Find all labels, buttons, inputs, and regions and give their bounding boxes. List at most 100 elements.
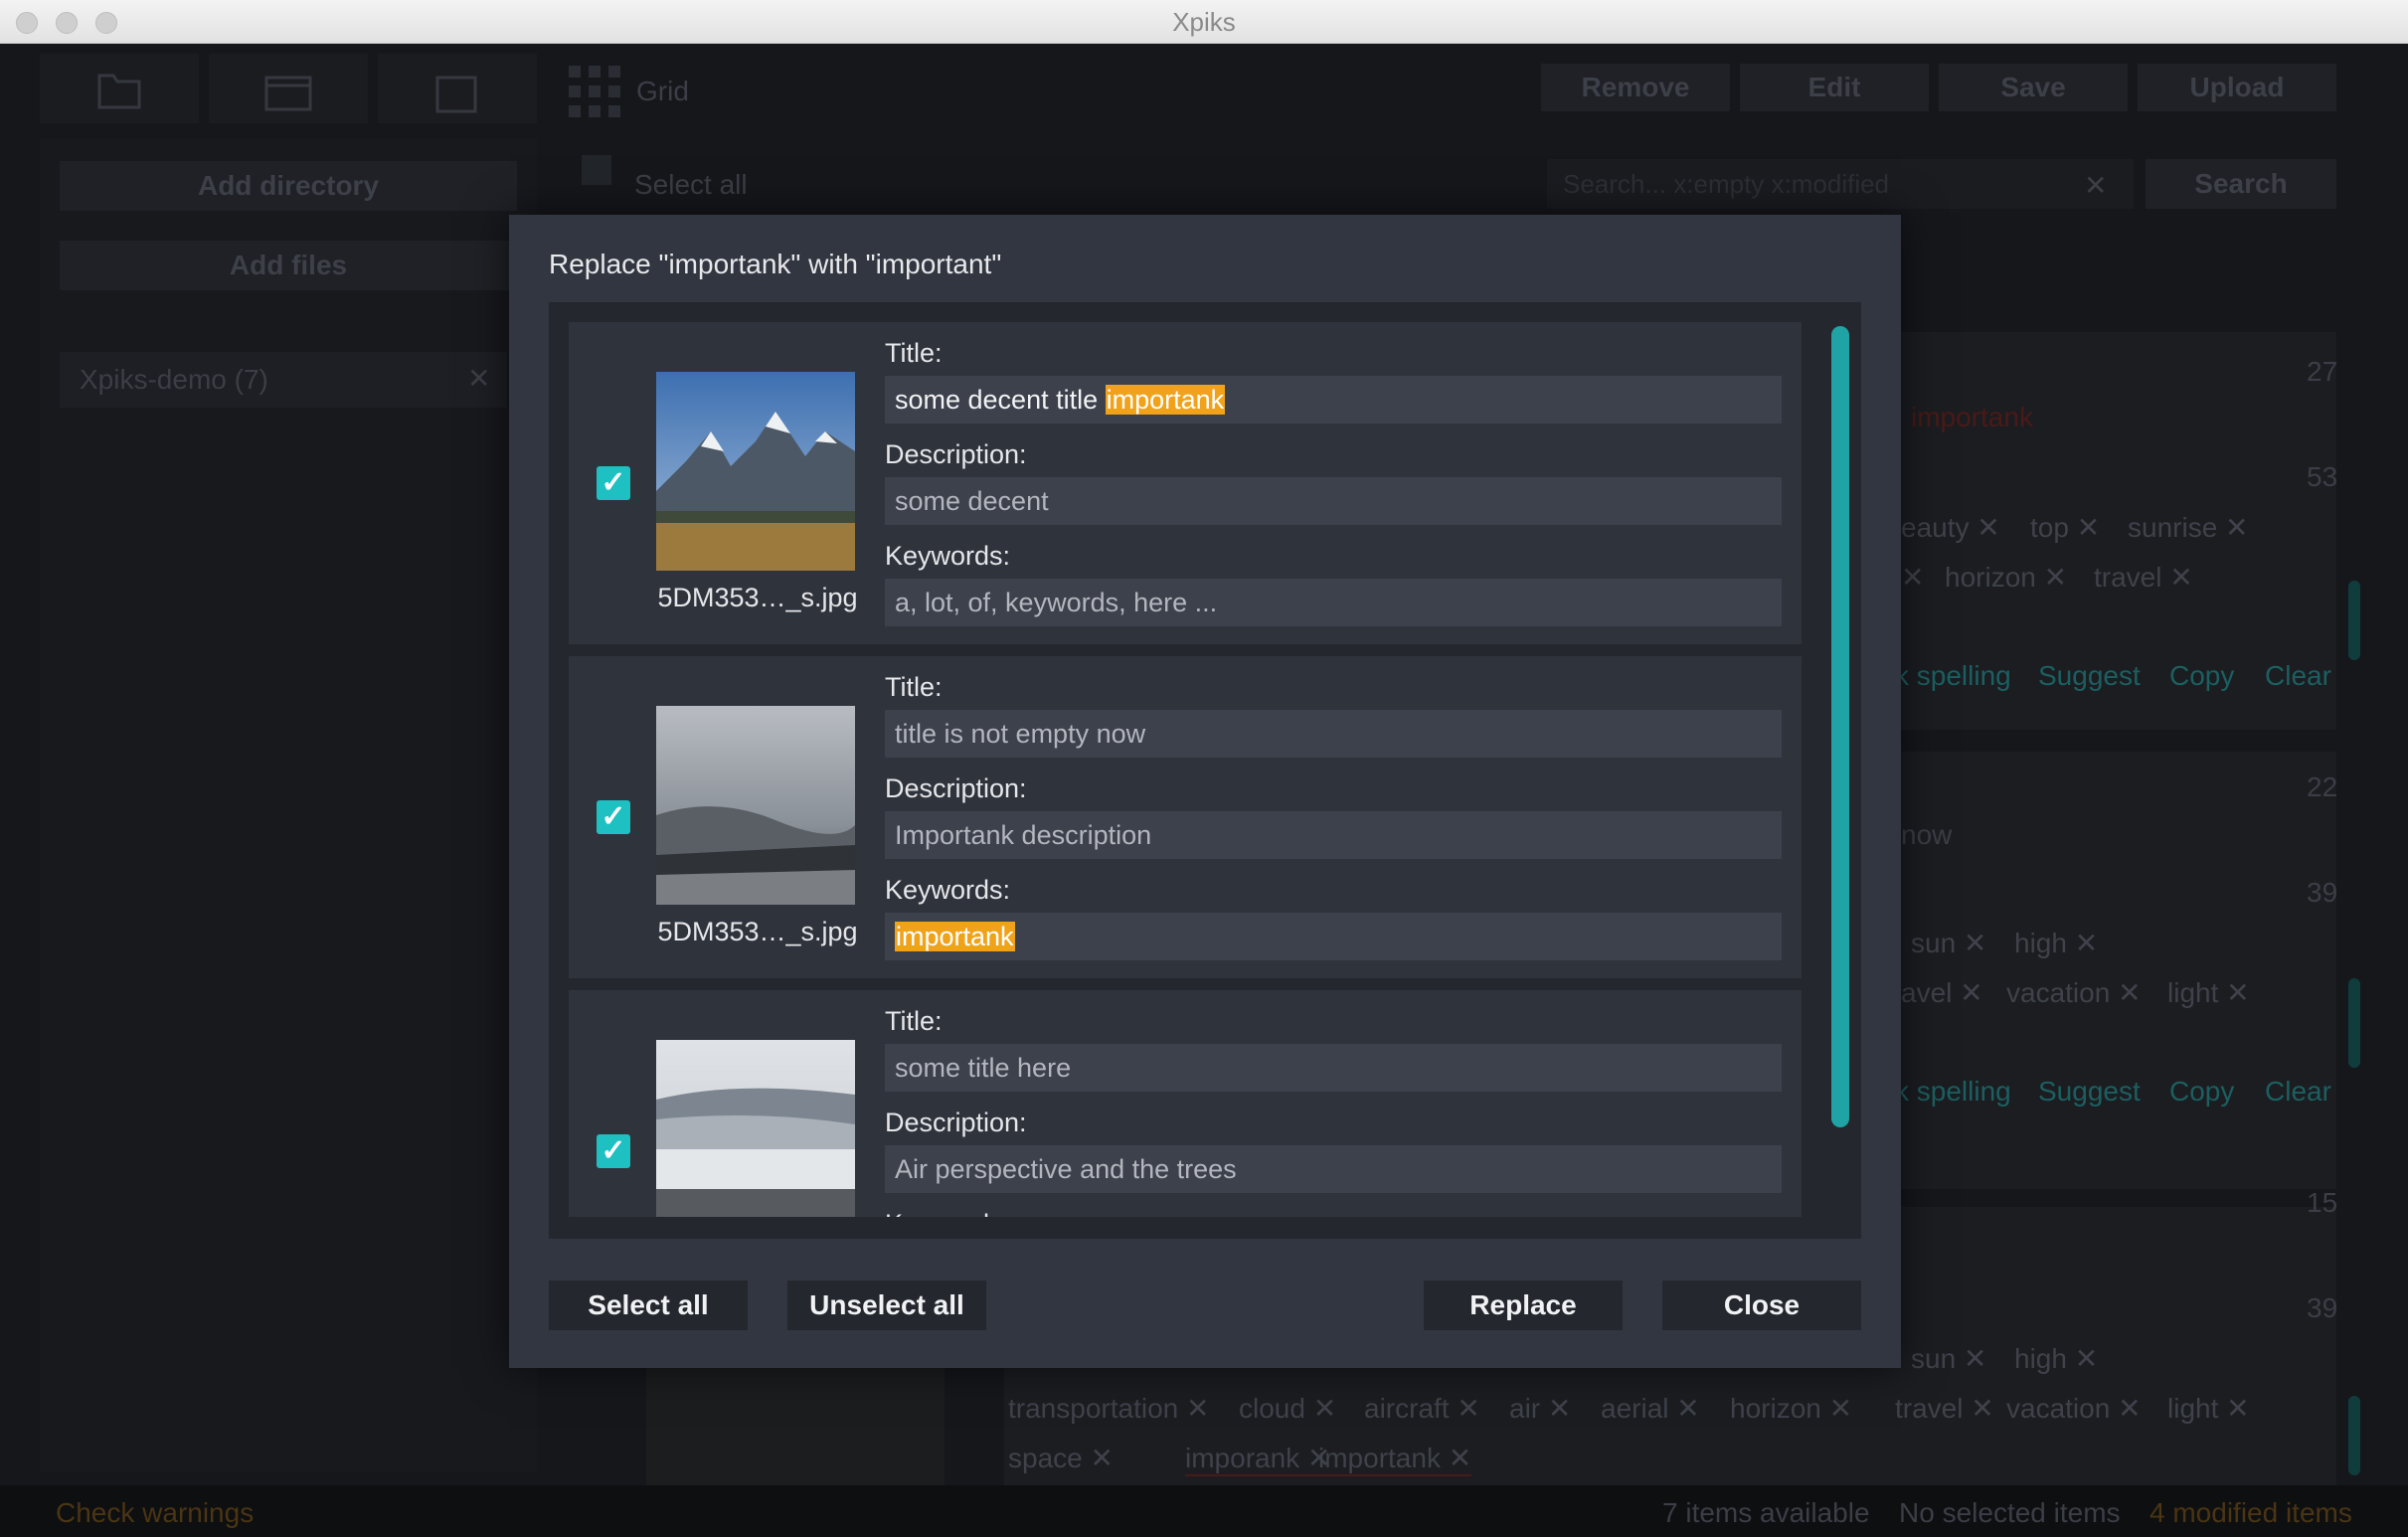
item-filename: 5DM353…_s.jpg [657,583,858,612]
keyword-tag[interactable]: avel ✕ [1901,976,1983,1009]
description-field: Importank description [885,811,1782,859]
replace-preview-list: ✓ 5DM353…_s.jpg Title: some decent title… [549,302,1861,1239]
select-all-button[interactable]: Select all [549,1281,748,1330]
card-scrollbar[interactable] [2348,581,2360,660]
char-count: 39 [2307,877,2338,908]
keywords-label: Keywords: [885,541,1011,571]
add-directory-button[interactable]: Add directory [60,161,517,211]
replace-button[interactable]: Replace [1424,1281,1623,1330]
copy-link[interactable]: Copy [2169,1076,2234,1108]
suggest-link[interactable]: Suggest [2038,1076,2141,1108]
keyword-tag[interactable]: top ✕ [2030,511,2100,544]
save-button[interactable]: Save [1939,64,2128,111]
edit-button[interactable]: Edit [1740,64,1929,111]
artwork-thumbnail [646,1366,945,1485]
clear-search-icon[interactable]: ✕ [2084,169,2107,202]
grid-label: Grid [636,76,689,106]
tab-folders[interactable] [40,54,199,123]
window-titlebar: Xpiks [0,0,2408,44]
foggy-forest-photo [656,706,855,905]
remove-directory-icon[interactable]: ✕ [467,362,490,395]
misty-hills-photo [656,1040,855,1239]
keyword-tag[interactable]: sunrise ✕ [2128,511,2249,544]
select-all-label[interactable]: Select all [634,169,748,201]
keyword-tag[interactable]: travel ✕ [1895,1392,1994,1425]
artwork-thumbnail [656,372,855,571]
folder-icon [97,74,141,109]
keyword-tag[interactable]: light ✕ [2167,1392,2250,1425]
keyword-tag[interactable]: horizon ✕ [1730,1392,1852,1425]
keyword-tag[interactable]: sun ✕ [1911,927,1986,959]
tab-text[interactable] [378,54,537,123]
grid-icon[interactable] [567,64,626,119]
keyword-tag[interactable]: high ✕ [2014,1342,2098,1375]
keyword-tag[interactable]: aircraft ✕ [1364,1392,1480,1425]
misspelled-keyword-tag[interactable]: importank ✕ [1318,1442,1472,1476]
directory-item[interactable]: Xpiks-demo (7) ✕ [60,352,507,408]
char-count: 39 [2307,1292,2338,1323]
keyword-tag[interactable]: air ✕ [1509,1392,1571,1425]
keyword-tag[interactable]: eauty ✕ [1901,511,2000,544]
keyword-tag[interactable]: aerial ✕ [1601,1392,1700,1425]
description-field: Air perspective and the trees [885,1145,1782,1193]
match-highlight: importank [1105,385,1226,415]
char-count: 53 [2307,461,2338,492]
keyword-tag[interactable]: transportation ✕ [1008,1392,1209,1425]
dialog-title: Replace "importank" with "important" [549,249,1002,279]
description-label: Description: [885,773,1027,803]
title-label: Title: [885,1006,943,1036]
window-title: Xpiks [1172,7,1236,37]
list-scrollbar[interactable] [1831,326,1849,1127]
list-item: ✓ 5DM353…_s.jpg Title: some decent title… [569,322,1802,644]
suggest-link[interactable]: Suggest [2038,660,2141,692]
keywords-field: a, lot, of, keywords, here ... [885,579,1782,626]
description-field: some decent [885,477,1782,525]
keyword-tag[interactable]: light ✕ [2167,976,2250,1009]
clear-link[interactable]: Clear [2265,1076,2331,1108]
list-bottom-edge [549,1217,1861,1239]
keyword-tag[interactable]: cloud ✕ [1239,1392,1336,1425]
select-all-checkbox[interactable] [582,155,611,185]
keywords-field: importank [885,913,1782,960]
item-checkbox[interactable]: ✓ [597,466,630,500]
item-checkbox[interactable]: ✓ [597,800,630,834]
keyword-tag[interactable]: vacation ✕ [2006,1392,2142,1425]
keyword-tag[interactable]: vacation ✕ [2006,976,2142,1009]
window-icon [264,76,312,111]
items-available: 7 items available [1662,1497,1870,1528]
keyword-tag[interactable]: horizon ✕ [1945,561,2067,594]
fix-spelling-link[interactable]: k spelling [1895,660,2011,692]
search-button[interactable]: Search [2146,159,2336,209]
match-highlight: importank [895,922,1015,951]
keyword-tag[interactable]: sun ✕ [1911,1342,1986,1375]
tab-browser[interactable] [209,54,368,123]
keyword-tag[interactable]: high ✕ [2014,927,2098,959]
check-warnings-link[interactable]: Check warnings [56,1497,254,1529]
keyword-tag[interactable]: ✕ [1901,561,1924,594]
list-item: ✓ 5DM353…_s.jpg Title: title is not empt… [569,656,1802,978]
modified-items[interactable]: 4 modified items [2150,1497,2352,1529]
artwork-thumbnail [656,1040,855,1239]
item-checkbox[interactable]: ✓ [597,1134,630,1168]
keywords-label: Keywords: [885,875,1011,905]
artwork-thumbnail [656,706,855,905]
add-files-button[interactable]: Add files [60,241,517,290]
close-button[interactable]: Close [1662,1281,1861,1330]
misspelled-word: importank [1911,402,2033,432]
clear-link[interactable]: Clear [2265,660,2331,692]
description-label: Description: [885,439,1027,469]
card-scrollbar[interactable] [2348,1396,2360,1475]
list-item: ✓ Title: some title here Description: Ai… [569,990,1802,1239]
remove-button[interactable]: Remove [1541,64,1730,111]
fix-spelling-link[interactable]: k spelling [1895,1076,2011,1108]
unselect-all-button[interactable]: Unselect all [787,1281,986,1330]
char-count: 27 [2307,356,2338,387]
search-input[interactable]: Search... x:empty x:modified ✕ [1547,159,2134,209]
title-label: Title: [885,672,943,702]
keyword-tag[interactable]: travel ✕ [2094,561,2193,594]
copy-link[interactable]: Copy [2169,660,2234,692]
card-scrollbar[interactable] [2348,978,2360,1068]
keyword-tag[interactable]: space ✕ [1008,1442,1114,1474]
upload-button[interactable]: Upload [2138,64,2336,111]
misspelled-keyword-tag[interactable]: imporank ✕ [1185,1442,1331,1476]
